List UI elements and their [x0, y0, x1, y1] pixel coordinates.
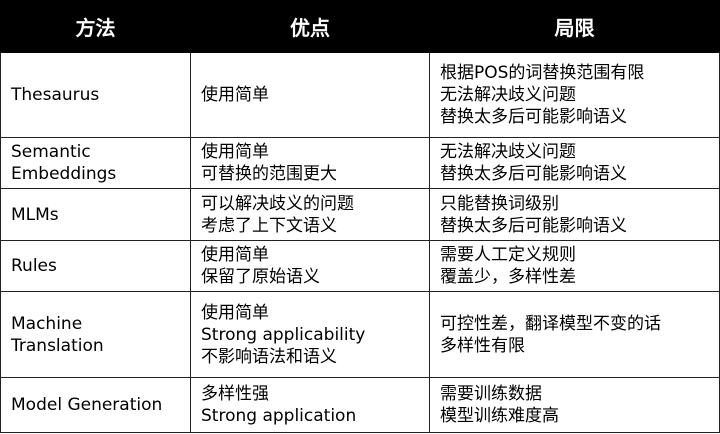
method-line: Semantic: [11, 142, 91, 163]
advantages-cell: 使用简单 保留了原始语义: [190, 239, 430, 293]
table-row: Rules 使用简单 保留了原始语义 需要人工定义规则 覆盖少，多样性差: [0, 239, 720, 293]
header-limitations: 局限: [429, 0, 720, 53]
method-line: MLMs: [11, 204, 59, 225]
limitations-cell: 可控性差，翻译模型不变的话 多样性有限: [429, 291, 720, 379]
method-line: Machine: [11, 313, 83, 334]
advantages-line: 考虑了上下文语义: [201, 215, 337, 236]
limitations-line: 覆盖少，多样性差: [440, 266, 576, 287]
advantages-cell: 使用简单 Strong applicability 不影响语法和语义: [190, 291, 430, 379]
advantages-line: 可替换的范围更大: [201, 164, 337, 185]
method-cell: MLMs: [0, 188, 191, 241]
advantages-line: 使用简单: [201, 142, 269, 163]
limitations-line: 需要训练数据: [440, 384, 542, 405]
advantages-line: Strong applicability: [201, 324, 366, 345]
method-line: Embeddings: [11, 164, 117, 185]
method-cell: Semantic Embeddings: [0, 137, 191, 190]
limitations-cell: 需要训练数据 模型训练难度高: [429, 377, 720, 433]
advantages-cell: 使用简单: [190, 51, 430, 139]
limitations-line: 多样性有限: [440, 335, 525, 356]
limitations-line: 可控性差，翻译模型不变的话: [440, 313, 661, 334]
method-cell: Machine Translation: [0, 291, 191, 379]
limitations-line: 需要人工定义规则: [440, 244, 576, 265]
advantages-cell: 使用简单 可替换的范围更大: [190, 137, 430, 190]
advantages-line: 不影响语法和语义: [201, 346, 337, 367]
advantages-line: 保留了原始语义: [201, 266, 320, 287]
limitations-cell: 无法解决歧义问题 替换太多后可能影响语义: [429, 137, 720, 190]
method-cell: Model Generation: [0, 377, 191, 433]
table-row: Semantic Embeddings 使用简单 可替换的范围更大 无法解决歧义问题 替换…: [0, 137, 720, 190]
limitations-line: 无法解决歧义问题: [440, 142, 576, 163]
limitations-line: 替换太多后可能影响语义: [440, 215, 627, 236]
method-line: Rules: [11, 255, 57, 276]
limitations-line: 无法解决歧义问题: [440, 85, 576, 106]
table-header: 方法 优点 局限: [0, 0, 720, 53]
method-line: Translation: [11, 335, 104, 356]
advantages-line: 使用简单: [201, 244, 269, 265]
method-line: Model Generation: [11, 395, 163, 416]
limitations-cell: 根据POS的词替换范围有限 无法解决歧义问题 替换太多后可能影响语义: [429, 51, 720, 139]
header-row: 方法 优点 局限: [0, 0, 720, 53]
limitations-line: 根据POS的词替换范围有限: [440, 63, 645, 84]
method-cell: Rules: [0, 239, 191, 293]
limitations-cell: 只能替换词级别 替换太多后可能影响语义: [429, 188, 720, 241]
advantages-cell: 可以解决歧义的问题 考虑了上下文语义: [190, 188, 430, 241]
limitations-line: 只能替换词级别: [440, 193, 559, 214]
header-method: 方法: [0, 0, 191, 53]
advantages-line: Strong application: [201, 406, 357, 427]
limitations-line: 模型训练难度高: [440, 406, 559, 427]
table-row: MLMs 可以解决歧义的问题 考虑了上下文语义 只能替换词级别 替换太多后可能影响语义: [0, 188, 720, 241]
limitations-cell: 需要人工定义规则 覆盖少，多样性差: [429, 239, 720, 293]
comparison-table: 方法 优点 局限 Thesaurus 使用简单 根据POS的词替换范围有限 无法解决歧…: [0, 0, 720, 433]
method-line: Thesaurus: [11, 85, 100, 106]
advantages-line: 使用简单: [201, 85, 269, 106]
advantages-cell: 多样性强 Strong application: [190, 377, 430, 433]
limitations-line: 替换太多后可能影响语义: [440, 107, 627, 128]
table-body: Thesaurus 使用简单 根据POS的词替换范围有限 无法解决歧义问题 替换太多后可…: [0, 51, 720, 433]
advantages-line: 多样性强: [201, 384, 269, 405]
advantages-line: 使用简单: [201, 302, 269, 323]
header-advantages: 优点: [190, 0, 430, 53]
table-row: Thesaurus 使用简单 根据POS的词替换范围有限 无法解决歧义问题 替换太多后可…: [0, 51, 720, 139]
table-row: Model Generation 多样性强 Strong application 需要…: [0, 377, 720, 433]
method-cell: Thesaurus: [0, 51, 191, 139]
limitations-line: 替换太多后可能影响语义: [440, 164, 627, 185]
table-row: Machine Translation 使用简单 Strong applicabili…: [0, 291, 720, 379]
advantages-line: 可以解决歧义的问题: [201, 193, 354, 214]
